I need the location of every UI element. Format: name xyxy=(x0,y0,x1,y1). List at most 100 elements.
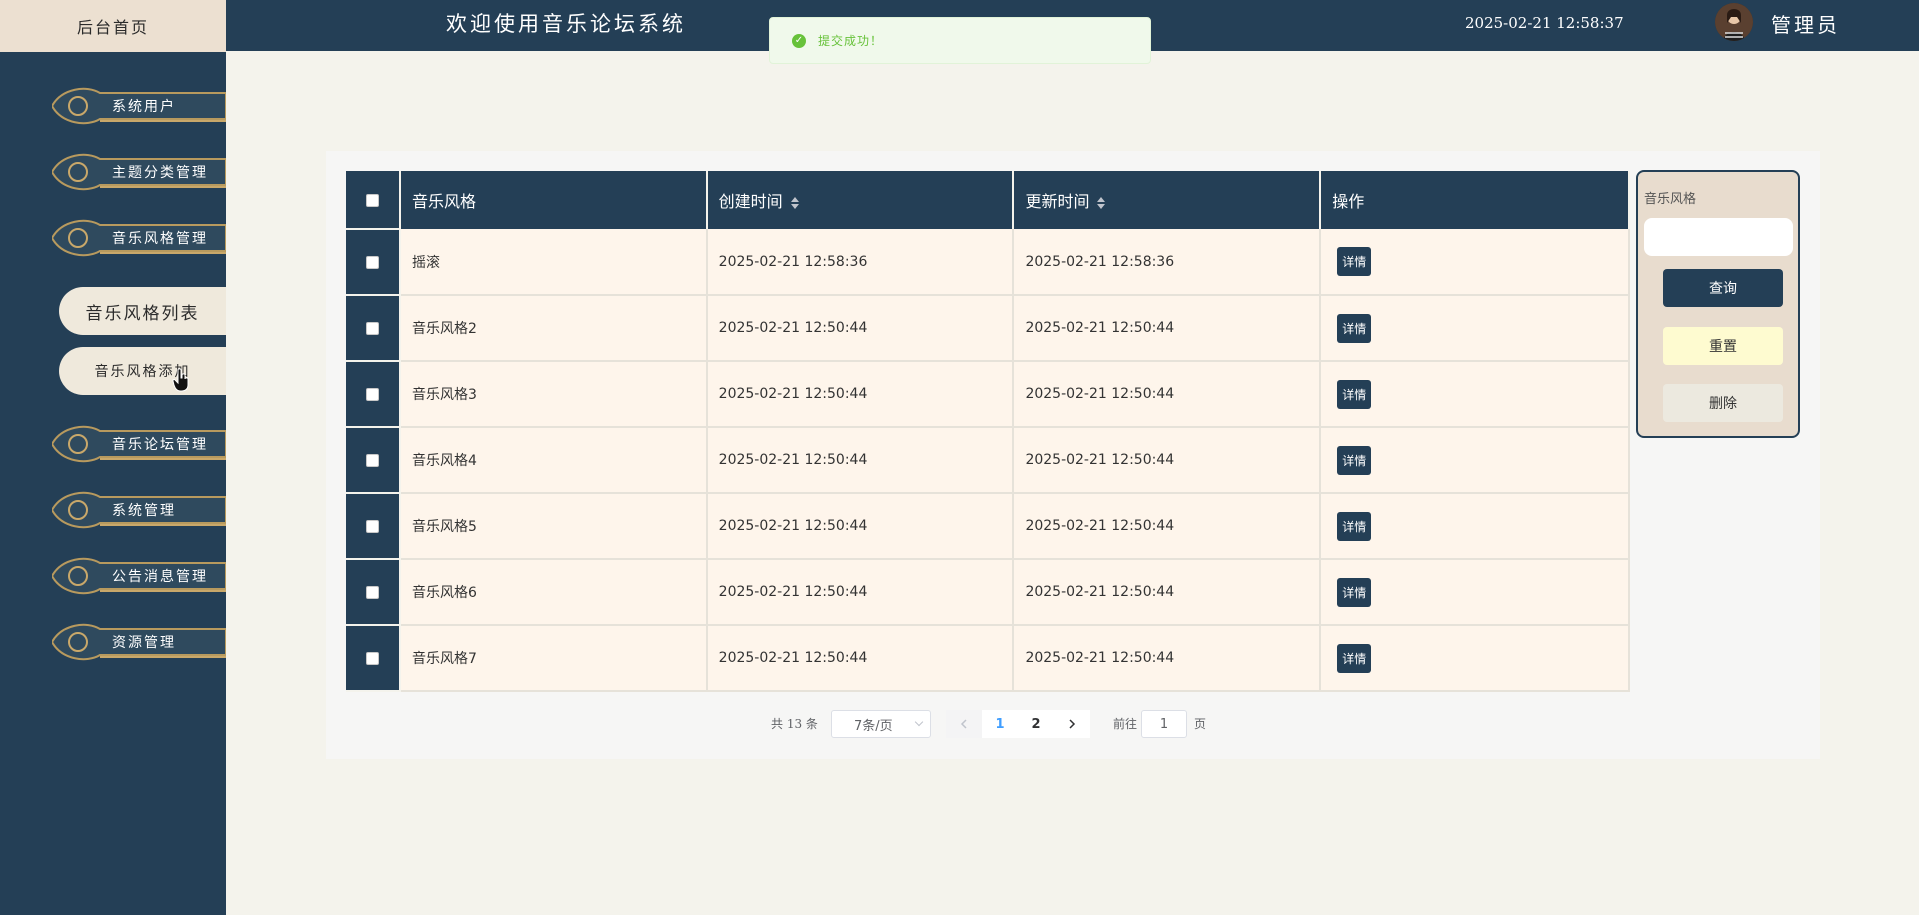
avatar[interactable] xyxy=(1715,3,1753,41)
sidebar-item-label: 主题分类管理 xyxy=(112,165,208,181)
row-select-cell xyxy=(346,625,401,692)
page-size-value: 7条/页 xyxy=(854,718,893,734)
chevron-down-icon xyxy=(914,717,924,727)
column-header-created[interactable]: 创建时间 xyxy=(706,171,1015,229)
row-checkbox[interactable] xyxy=(365,585,379,599)
cell-action: 详情 xyxy=(1320,625,1630,692)
detail-button[interactable]: 详情 xyxy=(1337,643,1372,673)
sidebar-item-label: 音乐论坛管理 xyxy=(112,437,208,453)
sidebar-item-system-users[interactable]: 系统用户 xyxy=(52,83,226,129)
row-checkbox[interactable] xyxy=(365,387,379,401)
sidebar-item-music-style[interactable]: 音乐风格管理 xyxy=(52,215,226,261)
chevron-left-icon xyxy=(960,719,967,729)
goto-suffix: 页 xyxy=(1194,716,1207,731)
prev-page-button[interactable] xyxy=(946,710,982,738)
cell-updated: 2025-02-21 12:50:44 xyxy=(1013,427,1322,494)
pagination-total: 共 13 条 xyxy=(771,716,818,731)
next-page-button[interactable] xyxy=(1054,710,1090,738)
column-header-action: 操作 xyxy=(1320,171,1630,229)
search-input[interactable] xyxy=(1644,218,1793,256)
sidebar-item-label: 音乐风格管理 xyxy=(112,231,208,247)
detail-button[interactable]: 详情 xyxy=(1337,379,1372,409)
page-number-1[interactable]: 1 xyxy=(982,710,1018,738)
goto-page-input[interactable]: 1 xyxy=(1141,710,1187,738)
sidebar-item-resources[interactable]: 资源管理 xyxy=(52,619,226,665)
column-label: 音乐风格 xyxy=(411,192,476,211)
row-select-cell xyxy=(346,559,401,626)
detail-button[interactable]: 详情 xyxy=(1337,313,1372,343)
goto-prefix: 前往 xyxy=(1113,716,1138,731)
cell-created: 2025-02-21 12:50:44 xyxy=(706,427,1015,494)
detail-button[interactable]: 详情 xyxy=(1337,445,1372,475)
header-username[interactable]: 管理员 xyxy=(1771,9,1840,38)
cell-updated: 2025-02-21 12:50:44 xyxy=(1013,295,1322,362)
cell-style: 音乐风格5 xyxy=(399,493,708,560)
detail-button[interactable]: 详情 xyxy=(1337,247,1372,276)
cell-created: 2025-02-21 12:50:44 xyxy=(706,295,1015,362)
row-checkbox[interactable] xyxy=(365,519,379,533)
chevron-right-icon xyxy=(1069,719,1076,729)
sidebar-item-label: 资源管理 xyxy=(112,635,176,651)
sidebar-item-label: 系统管理 xyxy=(112,503,176,519)
table-header-row: 音乐风格 创建时间 更新时间 操作 xyxy=(346,171,1630,230)
table-row: 音乐风格7 2025-02-21 12:50:44 2025-02-21 12:… xyxy=(346,625,1630,692)
row-select-cell xyxy=(346,361,401,428)
sidebar-subitem-style-add[interactable]: 音乐风格添加 xyxy=(59,347,226,395)
detail-button[interactable]: 详情 xyxy=(1337,511,1372,541)
check-circle-icon: ✓ xyxy=(792,33,806,48)
page-number-2[interactable]: 2 xyxy=(1018,710,1054,738)
column-header-updated[interactable]: 更新时间 xyxy=(1013,171,1322,229)
row-checkbox[interactable] xyxy=(365,453,379,467)
cell-action: 详情 xyxy=(1320,361,1630,428)
header-datetime: 2025-02-21 12:58:37 xyxy=(1465,14,1624,32)
page-title: 欢迎使用音乐论坛系统 xyxy=(446,12,686,36)
cell-updated: 2025-02-21 12:58:36 xyxy=(1013,229,1322,296)
select-all-cell xyxy=(346,171,401,230)
data-table: 音乐风格 创建时间 更新时间 操作 摇滚 2025-02-21 12:58:36… xyxy=(346,171,1630,692)
cell-action: 详情 xyxy=(1320,493,1630,560)
sidebar-subitem-style-list[interactable]: 音乐风格列表 xyxy=(59,287,226,335)
page-size-select[interactable]: 7条/页 xyxy=(831,710,931,738)
cell-style: 音乐风格4 xyxy=(399,427,708,494)
toast-message: 提交成功！ xyxy=(818,34,884,48)
column-label: 创建时间 xyxy=(718,192,783,211)
sidebar-item-announcements[interactable]: 公告消息管理 xyxy=(52,553,226,599)
row-checkbox[interactable] xyxy=(365,321,379,335)
table-row: 音乐风格6 2025-02-21 12:50:44 2025-02-21 12:… xyxy=(346,559,1630,626)
table-row: 音乐风格5 2025-02-21 12:50:44 2025-02-21 12:… xyxy=(346,493,1630,560)
detail-button[interactable]: 详情 xyxy=(1337,577,1372,607)
sort-icon[interactable] xyxy=(790,196,799,209)
column-label: 操作 xyxy=(1332,192,1365,211)
sidebar-item-topic-category[interactable]: 主题分类管理 xyxy=(52,149,226,195)
avatar-image-icon xyxy=(1715,3,1753,41)
select-all-checkbox[interactable] xyxy=(365,194,379,207)
hand-cursor-icon xyxy=(172,368,189,392)
cell-created: 2025-02-21 12:50:44 xyxy=(706,625,1015,692)
table-row: 音乐风格3 2025-02-21 12:50:44 2025-02-21 12:… xyxy=(346,361,1630,428)
reset-button[interactable]: 重置 xyxy=(1663,327,1783,365)
cell-style: 音乐风格2 xyxy=(399,295,708,362)
query-button[interactable]: 查询 xyxy=(1663,269,1783,307)
cell-action: 详情 xyxy=(1320,295,1630,362)
sidebar-item-system-management[interactable]: 系统管理 xyxy=(52,487,226,533)
row-checkbox[interactable] xyxy=(365,651,379,665)
row-select-cell xyxy=(346,493,401,560)
cell-updated: 2025-02-21 12:50:44 xyxy=(1013,559,1322,626)
cell-updated: 2025-02-21 12:50:44 xyxy=(1013,625,1322,692)
row-checkbox[interactable] xyxy=(365,255,379,269)
home-tab[interactable]: 后台首页 xyxy=(0,0,226,52)
cell-style: 音乐风格7 xyxy=(399,625,708,692)
sort-icon[interactable] xyxy=(1097,196,1106,209)
delete-button[interactable]: 删除 xyxy=(1663,384,1783,422)
cell-created: 2025-02-21 12:50:44 xyxy=(706,559,1015,626)
sidebar-item-music-forum[interactable]: 音乐论坛管理 xyxy=(52,421,226,467)
sidebar-item-label: 系统用户 xyxy=(112,99,176,115)
cell-created: 2025-02-21 12:50:44 xyxy=(706,493,1015,560)
table-row: 摇滚 2025-02-21 12:58:36 2025-02-21 12:58:… xyxy=(346,229,1630,296)
cell-created: 2025-02-21 12:50:44 xyxy=(706,361,1015,428)
row-select-cell xyxy=(346,229,401,296)
cell-updated: 2025-02-21 12:50:44 xyxy=(1013,361,1322,428)
cell-style: 音乐风格6 xyxy=(399,559,708,626)
sidebar-item-label: 公告消息管理 xyxy=(112,569,208,585)
cell-action: 详情 xyxy=(1320,427,1630,494)
